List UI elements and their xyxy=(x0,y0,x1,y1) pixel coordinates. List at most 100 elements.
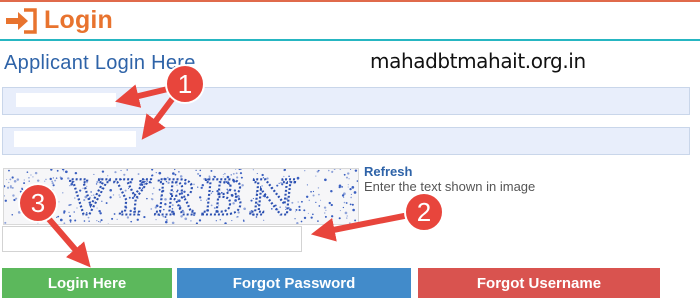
captcha-noise-dot xyxy=(25,187,28,190)
login-header: Login xyxy=(6,6,113,35)
captcha-noise-dot xyxy=(23,179,25,181)
captcha-noise-dot xyxy=(9,178,12,181)
captcha-noise-dot xyxy=(350,193,352,195)
captcha-noise-dot xyxy=(26,171,29,173)
captcha-text: VYRBN xyxy=(64,169,304,224)
captcha-noise-dot xyxy=(65,170,68,174)
captcha-noise-dot xyxy=(303,209,306,212)
captcha-noise-dot xyxy=(34,171,38,175)
captcha-noise-dot xyxy=(330,189,333,193)
captcha-noise-dot xyxy=(356,180,358,182)
forgot-username-button[interactable]: Forgot Username xyxy=(418,268,660,298)
captcha-noise-dot xyxy=(303,216,307,220)
captcha-noise-dot xyxy=(55,177,58,179)
captcha-noise-dot xyxy=(341,194,345,197)
captcha-noise-dot xyxy=(61,169,65,171)
captcha-noise-dot xyxy=(345,176,348,179)
captcha-noise-dot xyxy=(347,172,350,175)
captcha-noise-dot xyxy=(15,197,18,200)
captcha-noise-dot xyxy=(305,195,309,198)
captcha-noise-dot xyxy=(13,179,17,183)
top-border xyxy=(0,0,700,2)
captcha-image: VYRBN xyxy=(3,168,359,225)
captcha-noise-dot xyxy=(318,169,320,172)
captcha-noise-dot xyxy=(325,209,327,212)
captcha-noise-dot xyxy=(63,170,65,172)
captcha-refresh-link[interactable]: Refresh xyxy=(364,164,412,179)
captcha-noise-dot xyxy=(354,169,358,172)
forgot-password-button[interactable]: Forgot Password xyxy=(177,268,411,298)
captcha-noise-dot xyxy=(300,220,303,223)
captcha-noise-dot xyxy=(328,201,331,205)
login-button[interactable]: Login Here xyxy=(2,268,172,298)
captcha-noise-dot xyxy=(343,201,346,204)
captcha-noise-dot xyxy=(28,177,30,179)
captcha-noise-dot xyxy=(312,190,315,193)
captcha-noise-dot xyxy=(29,210,32,213)
captcha-noise-dot xyxy=(352,208,355,212)
captcha-noise-dot xyxy=(353,191,357,194)
captcha-noise-dot xyxy=(44,192,46,195)
captcha-noise-dot xyxy=(338,186,341,189)
captcha-noise-dot xyxy=(312,194,315,197)
captcha-noise-dot xyxy=(342,206,345,209)
captcha-noise-dot xyxy=(46,211,50,214)
captcha-noise-dot xyxy=(10,187,12,189)
captcha-noise-dot xyxy=(300,200,303,203)
captcha-noise-dot xyxy=(346,217,348,219)
captcha-noise-dot xyxy=(56,169,59,172)
annotation-marker-2: 2 xyxy=(404,192,444,232)
site-domain-label: mahadbtmahait.org.in xyxy=(370,49,586,73)
captcha-noise-dot xyxy=(351,186,355,189)
captcha-noise-dot xyxy=(323,206,327,209)
captcha-noise-dot xyxy=(4,199,7,202)
captcha-noise-dot xyxy=(52,184,55,187)
captcha-noise-dot xyxy=(8,169,10,172)
captcha-noise-dot xyxy=(36,179,40,182)
username-redaction xyxy=(16,93,116,107)
captcha-noise-dot xyxy=(51,182,54,185)
captcha-noise-dot xyxy=(341,185,343,188)
captcha-noise-dot xyxy=(343,196,345,198)
captcha-noise-dot xyxy=(19,190,23,193)
captcha-noise-dot xyxy=(13,198,16,202)
captcha-noise-dot xyxy=(315,175,317,177)
captcha-noise-dot xyxy=(12,194,15,197)
captcha-noise-dot xyxy=(11,176,14,179)
captcha-noise-dot xyxy=(319,199,322,201)
captcha-noise-dot xyxy=(318,205,321,207)
password-redaction xyxy=(14,131,136,147)
captcha-noise-dot xyxy=(39,192,42,196)
captcha-noise-dot xyxy=(58,201,60,203)
captcha-noise-dot xyxy=(317,187,320,189)
captcha-noise-dot xyxy=(317,220,319,222)
captcha-noise-dot xyxy=(331,170,334,173)
captcha-noise-dot xyxy=(349,222,351,224)
captcha-noise-dot xyxy=(28,180,30,182)
captcha-noise-dot xyxy=(30,174,32,176)
svg-text:2: 2 xyxy=(417,197,431,227)
captcha-noise-dot xyxy=(49,177,52,181)
captcha-noise-dot xyxy=(44,180,46,182)
header-divider xyxy=(0,39,700,41)
captcha-noise-dot xyxy=(32,176,34,178)
captcha-noise-dot xyxy=(310,190,312,193)
captcha-noise-dot xyxy=(327,169,330,172)
captcha-noise-dot xyxy=(345,202,348,204)
captcha-noise-dot xyxy=(67,177,70,180)
captcha-noise-dot xyxy=(30,216,32,218)
captcha-noise-dot xyxy=(50,188,54,192)
captcha-noise-dot xyxy=(45,214,48,217)
captcha-noise-dot xyxy=(4,221,7,224)
captcha-noise-dot xyxy=(57,215,60,218)
captcha-noise-dot xyxy=(324,178,327,182)
captcha-noise-dot xyxy=(51,180,54,183)
captcha-noise-dot xyxy=(312,213,314,216)
captcha-noise-dot xyxy=(306,184,308,186)
captcha-noise-dot xyxy=(349,169,352,170)
captcha-noise-dot xyxy=(343,173,346,176)
captcha-noise-dot xyxy=(43,186,45,188)
captcha-noise-dot xyxy=(23,182,26,185)
captcha-noise-dot xyxy=(45,178,47,181)
captcha-input[interactable] xyxy=(2,226,302,252)
